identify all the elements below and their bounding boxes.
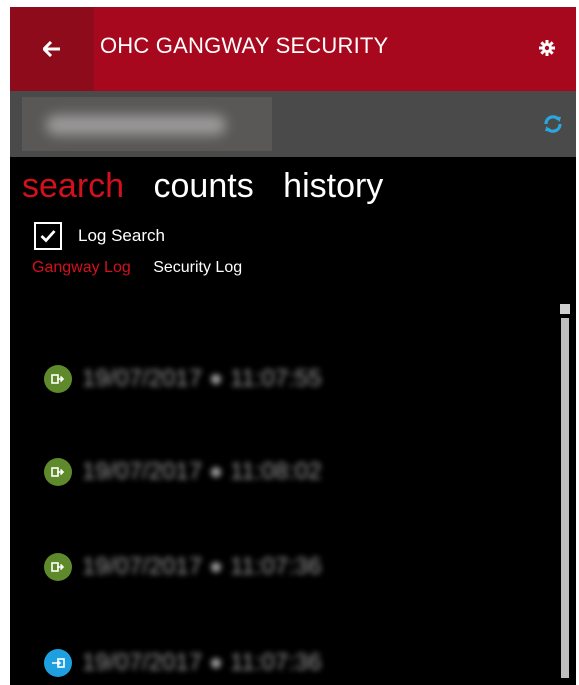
back-button[interactable]: [10, 7, 94, 91]
user-name-redacted: [46, 115, 226, 135]
checkmark-icon: [40, 230, 56, 243]
gear-icon: [539, 40, 555, 56]
log-in-icon: [44, 553, 72, 581]
log-in-icon: [44, 458, 72, 486]
pivot-tabs: search counts history: [22, 167, 403, 206]
list-item[interactable]: 19/07/2017 ● 11:07:36: [44, 647, 322, 679]
settings-button[interactable]: [536, 37, 558, 59]
entry-timestamp: 19/07/2017 ● 11:07:36: [82, 553, 322, 580]
list-scrollbar[interactable]: [560, 304, 570, 685]
entry-timestamp: 19/07/2017 ● 11:08:02: [82, 458, 322, 485]
tab-security-log[interactable]: Security Log: [153, 259, 242, 276]
tab-history[interactable]: history: [283, 167, 383, 205]
user-selector[interactable]: [22, 97, 272, 151]
arrow-left-icon: [43, 41, 60, 57]
log-search-checkbox[interactable]: [34, 222, 62, 250]
log-in-icon: [44, 365, 72, 393]
entry-timestamp: 19/07/2017 ● 11:07:55: [82, 365, 322, 392]
app-window: OHC GANGWAY SECURITY search counts histo…: [10, 7, 576, 685]
log-out-icon: [44, 649, 72, 677]
tab-search[interactable]: search: [22, 167, 124, 205]
list-item[interactable]: 19/07/2017 ● 11:07:36: [44, 551, 322, 583]
list-item[interactable]: 19/07/2017 ● 11:08:02: [44, 456, 322, 488]
app-title: OHC GANGWAY SECURITY: [100, 33, 389, 58]
tab-counts[interactable]: counts: [154, 167, 254, 205]
list-item[interactable]: 19/07/2017 ● 11:07:55: [44, 363, 322, 395]
refresh-button[interactable]: [542, 113, 564, 135]
tab-gangway-log[interactable]: Gangway Log: [32, 259, 131, 276]
log-search-toggle: Log Search: [34, 222, 165, 250]
scroll-thumb[interactable]: [561, 318, 569, 678]
app-header: OHC GANGWAY SECURITY: [10, 7, 576, 91]
entry-timestamp: 19/07/2017 ● 11:07:36: [82, 649, 322, 676]
scroll-up-arrow[interactable]: [560, 304, 570, 314]
log-type-tabs: Gangway Log Security Log: [32, 259, 242, 277]
log-search-label: Log Search: [78, 226, 165, 245]
refresh-icon: [544, 115, 562, 133]
user-bar: [10, 91, 576, 157]
